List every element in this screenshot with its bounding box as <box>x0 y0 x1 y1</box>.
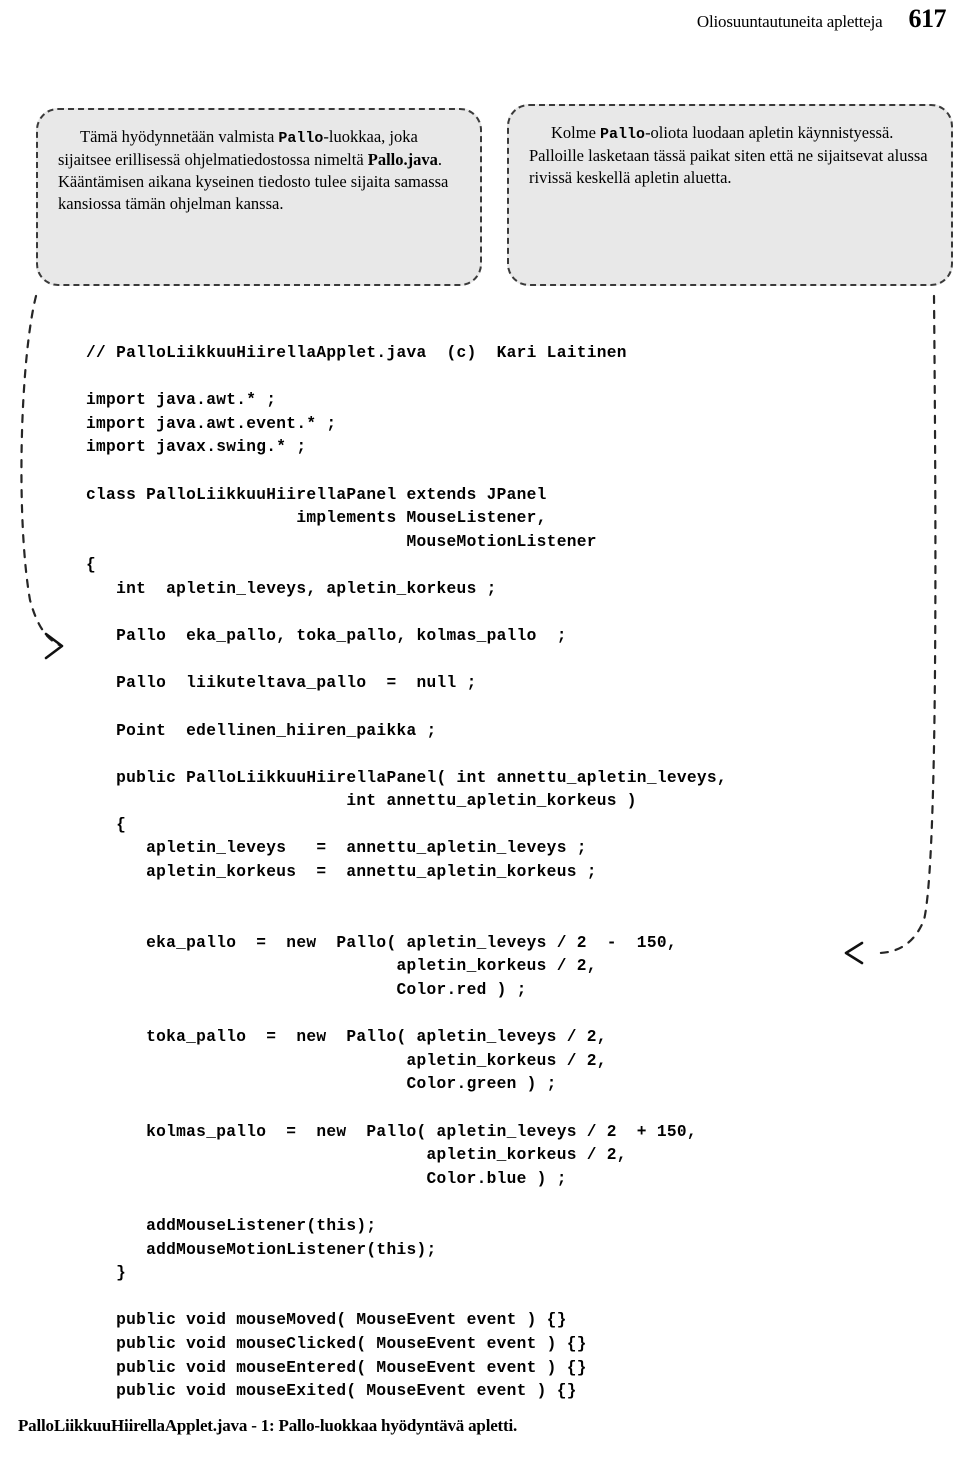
code-line: class PalloLiikkuuHiirellaPanel extends … <box>66 485 547 504</box>
code-line: public void mouseExited( MouseEvent even… <box>66 1382 577 1401</box>
callout-pallo-luokka: Tämä hyödynnetään valmista Pallo-luokkaa… <box>36 108 482 286</box>
code-line: public void mouseClicked( MouseEvent eve… <box>66 1334 587 1353</box>
code-line: addMouseMotionListener(this); <box>66 1240 437 1259</box>
callout-left-code-term: Pallo <box>278 130 324 147</box>
code-line: Pallo liikuteltava_pallo = null ; <box>66 674 477 693</box>
code-line: Color.green ) ; <box>66 1075 557 1094</box>
code-line: public void mouseEntered( MouseEvent eve… <box>66 1358 587 1377</box>
code-line: apletin_leveys = annettu_apletin_leveys … <box>66 839 587 858</box>
code-line: int annettu_apletin_korkeus ) <box>66 792 637 811</box>
callout-left-filename: Pallo.java <box>367 149 438 169</box>
code-line: kolmas_pallo = new Pallo( apletin_leveys… <box>66 1122 697 1141</box>
code-listing: // PalloLiikkuuHiirellaApplet.java (c) K… <box>18 300 936 1404</box>
code-line: apletin_korkeus / 2, <box>66 957 597 976</box>
callout-left-part-1: Tämä hyödynnetään valmista <box>80 127 279 146</box>
page-number: 617 <box>908 4 947 33</box>
code-line: { <box>66 556 97 575</box>
callout-right-part-1: Kolme <box>551 123 601 142</box>
code-line: apletin_korkeus = annettu_apletin_korkeu… <box>66 863 597 882</box>
code-line: Color.red ) ; <box>66 981 527 1000</box>
code-line: apletin_korkeus / 2, <box>66 1146 627 1165</box>
code-line: addMouseListener(this); <box>66 1216 377 1235</box>
code-line: MouseMotionListener <box>66 532 597 551</box>
callout-right-code-term: Pallo <box>600 126 646 143</box>
code-line: eka_pallo = new Pallo( apletin_leveys / … <box>66 933 677 952</box>
figure-caption: PalloLiikkuuHiirellaApplet.java - 1: Pal… <box>18 1416 518 1435</box>
code-line: Point edellinen_hiiren_paikka ; <box>66 721 437 740</box>
code-line: import javax.swing.* ; <box>66 438 307 457</box>
code-line: apletin_korkeus / 2, <box>66 1051 607 1070</box>
code-line: public void mouseMoved( MouseEvent event… <box>66 1311 567 1330</box>
callout-kolme-palloa: Kolme Pallo-oliota luodaan apletin käynn… <box>507 104 953 286</box>
code-line: Pallo eka_pallo, toka_pallo, kolmas_pall… <box>66 627 567 646</box>
code-line: Color.blue ) ; <box>66 1169 567 1188</box>
code-line: import java.awt.event.* ; <box>66 414 337 433</box>
code-line: // PalloLiikkuuHiirellaApplet.java (c) K… <box>66 344 627 362</box>
callout-left-text: Tämä hyödynnetään valmista Pallo-luokkaa… <box>58 126 460 215</box>
code-line: implements MouseListener, <box>66 509 547 528</box>
code-line: { <box>66 815 127 834</box>
callout-right-text: Kolme Pallo-oliota luodaan apletin käynn… <box>529 122 931 189</box>
code-line: } <box>66 1264 127 1283</box>
code-line: toka_pallo = new Pallo( apletin_leveys /… <box>66 1028 607 1047</box>
code-line: int apletin_leveys, apletin_korkeus ; <box>66 579 497 598</box>
page-header-title: Oliosuuntautuneita apletteja <box>696 12 883 31</box>
code-line: import java.awt.* ; <box>66 391 277 410</box>
page-header: Oliosuuntautuneita apletteja 617 <box>696 4 947 34</box>
code-line: public PalloLiikkuuHiirellaPanel( int an… <box>66 768 727 787</box>
